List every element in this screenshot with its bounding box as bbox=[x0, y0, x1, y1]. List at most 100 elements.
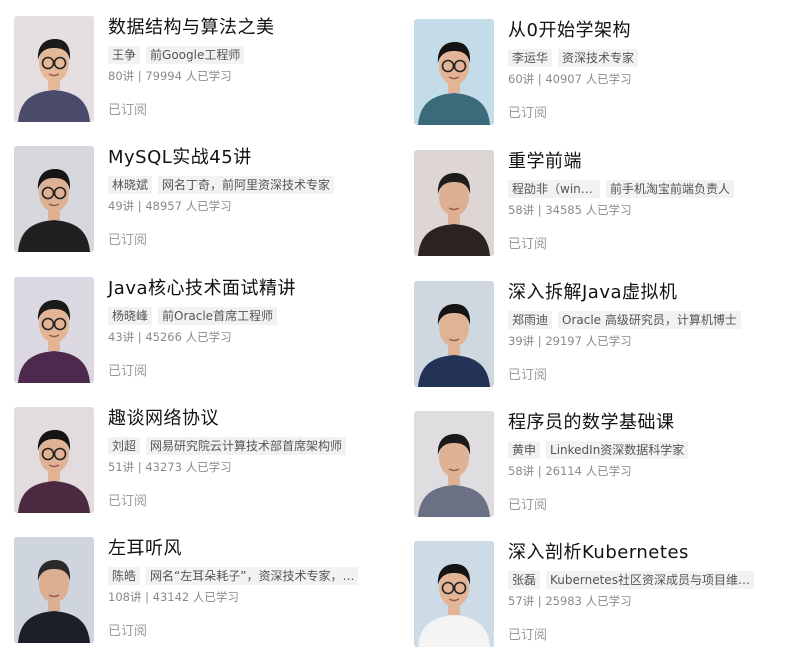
learner-count: 79994 人已学习 bbox=[145, 69, 232, 83]
author-avatar[interactable] bbox=[414, 541, 494, 647]
course-meta: 58讲 | 26114 人已学习 bbox=[508, 464, 632, 478]
author-name-tag: 郑雨迪 bbox=[508, 311, 553, 329]
learner-count: 40907 人已学习 bbox=[545, 72, 632, 86]
author-tags: 刘超 网易研究院云计算技术部首席架构师 bbox=[108, 437, 394, 455]
course-meta: 51讲 | 43273 人已学习 bbox=[108, 460, 232, 474]
course-info: 数据结构与算法之美 王争 前Google工程师 80讲 | 79994 人已学习 bbox=[108, 16, 394, 84]
course-title[interactable]: 深入剖析Kubernetes bbox=[508, 541, 794, 565]
course-info: 从0开始学架构 李运华 资深技术专家 60讲 | 40907 人已学习 bbox=[508, 19, 794, 87]
author-desc-tag: 前Google工程师 bbox=[146, 46, 245, 64]
subscription-status: 已订阅 bbox=[508, 106, 548, 121]
author-desc-tag: Oracle 高级研究员，计算机博士 bbox=[558, 311, 741, 329]
lesson-count: 49讲 bbox=[108, 199, 135, 213]
author-avatar[interactable] bbox=[414, 281, 494, 387]
course-card[interactable]: 重学前端 程劭非（winte… 前手机淘宝前端负责人 58讲 | 34585 人已… bbox=[414, 150, 794, 270]
course-card[interactable]: 从0开始学架构 李运华 资深技术专家 60讲 | 40907 人已学习 已订阅 bbox=[414, 19, 794, 139]
course-column-left: 数据结构与算法之美 王争 前Google工程师 80讲 | 79994 人已学习 … bbox=[14, 0, 394, 655]
course-card[interactable]: 深入剖析Kubernetes 张磊 Kubernetes社区资深成员与项目维… 5… bbox=[414, 541, 794, 661]
course-title[interactable]: 重学前端 bbox=[508, 150, 794, 174]
author-tags: 林晓斌 网名丁奇，前阿里资深技术专家 bbox=[108, 176, 394, 194]
author-tags: 李运华 资深技术专家 bbox=[508, 49, 794, 67]
author-tags: 王争 前Google工程师 bbox=[108, 46, 394, 64]
author-name-tag: 陈皓 bbox=[108, 567, 141, 585]
subscription-status: 已订阅 bbox=[508, 237, 548, 252]
course-info: 重学前端 程劭非（winte… 前手机淘宝前端负责人 58讲 | 34585 人已… bbox=[508, 150, 794, 218]
course-card[interactable]: 程序员的数学基础课 黄申 LinkedIn资深数据科学家 58讲 | 26114 … bbox=[414, 411, 794, 531]
author-avatar[interactable] bbox=[414, 19, 494, 125]
course-meta: 57讲 | 25983 人已学习 bbox=[508, 594, 632, 608]
author-desc-tag: LinkedIn资深数据科学家 bbox=[546, 441, 689, 459]
author-desc-tag: 网名丁奇，前阿里资深技术专家 bbox=[158, 176, 335, 194]
lesson-count: 43讲 bbox=[108, 330, 135, 344]
course-title[interactable]: 程序员的数学基础课 bbox=[508, 411, 794, 435]
lesson-count: 108讲 bbox=[108, 590, 142, 604]
subscription-status: 已订阅 bbox=[108, 494, 148, 509]
author-avatar[interactable] bbox=[14, 407, 94, 513]
course-title[interactable]: MySQL实战45讲 bbox=[108, 146, 394, 170]
lesson-count: 57讲 bbox=[508, 594, 535, 608]
course-info: 深入拆解Java虚拟机 郑雨迪 Oracle 高级研究员，计算机博士 39讲 | … bbox=[508, 281, 794, 349]
subscription-status: 已订阅 bbox=[508, 498, 548, 513]
author-avatar[interactable] bbox=[14, 537, 94, 643]
course-title[interactable]: 左耳听风 bbox=[108, 537, 394, 561]
subscription-status: 已订阅 bbox=[108, 233, 148, 248]
author-avatar[interactable] bbox=[414, 150, 494, 256]
course-info: Java核心技术面试精讲 杨晓峰 前Oracle首席工程师 43讲 | 45266… bbox=[108, 277, 394, 345]
course-title[interactable]: 从0开始学架构 bbox=[508, 19, 794, 43]
course-meta: 43讲 | 45266 人已学习 bbox=[108, 330, 232, 344]
learner-count: 25983 人已学习 bbox=[545, 594, 632, 608]
author-avatar[interactable] bbox=[14, 277, 94, 383]
lesson-count: 58讲 bbox=[508, 464, 535, 478]
author-desc-tag: 前手机淘宝前端负责人 bbox=[606, 180, 735, 198]
author-name-tag: 李运华 bbox=[508, 49, 553, 67]
course-meta: 49讲 | 48957 人已学习 bbox=[108, 199, 232, 213]
author-avatar[interactable] bbox=[14, 16, 94, 122]
author-tags: 黄申 LinkedIn资深数据科学家 bbox=[508, 441, 794, 459]
course-meta: 39讲 | 29197 人已学习 bbox=[508, 334, 632, 348]
learner-count: 43142 人已学习 bbox=[152, 590, 239, 604]
author-desc-tag: 网名“左耳朵耗子”，资深技术专家，… bbox=[146, 567, 359, 585]
author-name-tag: 杨晓峰 bbox=[108, 307, 153, 325]
course-card[interactable]: Java核心技术面试精讲 杨晓峰 前Oracle首席工程师 43讲 | 45266… bbox=[14, 277, 394, 397]
course-title[interactable]: 趣谈网络协议 bbox=[108, 407, 394, 431]
author-tags: 张磊 Kubernetes社区资深成员与项目维… bbox=[508, 571, 794, 589]
author-name-tag: 黄申 bbox=[508, 441, 541, 459]
author-tags: 杨晓峰 前Oracle首席工程师 bbox=[108, 307, 394, 325]
course-title[interactable]: 深入拆解Java虚拟机 bbox=[508, 281, 794, 305]
lesson-count: 58讲 bbox=[508, 203, 535, 217]
author-tags: 陈皓 网名“左耳朵耗子”，资深技术专家，… bbox=[108, 567, 394, 585]
course-card[interactable]: 趣谈网络协议 刘超 网易研究院云计算技术部首席架构师 51讲 | 43273 人已… bbox=[14, 407, 394, 527]
author-avatar[interactable] bbox=[14, 146, 94, 252]
lesson-count: 60讲 bbox=[508, 72, 535, 86]
author-desc-tag: Kubernetes社区资深成员与项目维… bbox=[546, 571, 754, 589]
author-tags: 郑雨迪 Oracle 高级研究员，计算机博士 bbox=[508, 311, 794, 329]
course-card[interactable]: MySQL实战45讲 林晓斌 网名丁奇，前阿里资深技术专家 49讲 | 48957… bbox=[14, 146, 394, 266]
course-title[interactable]: Java核心技术面试精讲 bbox=[108, 277, 394, 301]
learner-count: 45266 人已学习 bbox=[145, 330, 232, 344]
course-info: 趣谈网络协议 刘超 网易研究院云计算技术部首席架构师 51讲 | 43273 人已… bbox=[108, 407, 394, 475]
subscription-status: 已订阅 bbox=[508, 368, 548, 383]
author-name-tag: 王争 bbox=[108, 46, 141, 64]
course-info: 左耳听风 陈皓 网名“左耳朵耗子”，资深技术专家，… 108讲 | 43142 人… bbox=[108, 537, 394, 605]
subscription-status: 已订阅 bbox=[108, 103, 148, 118]
lesson-count: 51讲 bbox=[108, 460, 135, 474]
learner-count: 48957 人已学习 bbox=[145, 199, 232, 213]
lesson-count: 39讲 bbox=[508, 334, 535, 348]
learner-count: 26114 人已学习 bbox=[545, 464, 632, 478]
course-title[interactable]: 数据结构与算法之美 bbox=[108, 16, 394, 40]
course-info: 深入剖析Kubernetes 张磊 Kubernetes社区资深成员与项目维… 5… bbox=[508, 541, 794, 609]
course-info: 程序员的数学基础课 黄申 LinkedIn资深数据科学家 58讲 | 26114 … bbox=[508, 411, 794, 479]
course-meta: 58讲 | 34585 人已学习 bbox=[508, 203, 632, 217]
author-name-tag: 程劭非（winte… bbox=[508, 180, 600, 198]
author-avatar[interactable] bbox=[414, 411, 494, 517]
author-name-tag: 张磊 bbox=[508, 571, 541, 589]
course-card[interactable]: 数据结构与算法之美 王争 前Google工程师 80讲 | 79994 人已学习 … bbox=[14, 16, 394, 136]
course-meta: 60讲 | 40907 人已学习 bbox=[508, 72, 632, 86]
author-tags: 程劭非（winte… 前手机淘宝前端负责人 bbox=[508, 180, 794, 198]
course-meta: 80讲 | 79994 人已学习 bbox=[108, 69, 232, 83]
author-desc-tag: 网易研究院云计算技术部首席架构师 bbox=[146, 437, 347, 455]
course-card[interactable]: 左耳听风 陈皓 网名“左耳朵耗子”，资深技术专家，… 108讲 | 43142 人… bbox=[14, 537, 394, 657]
course-info: MySQL实战45讲 林晓斌 网名丁奇，前阿里资深技术专家 49讲 | 48957… bbox=[108, 146, 394, 214]
learner-count: 34585 人已学习 bbox=[545, 203, 632, 217]
course-card[interactable]: 深入拆解Java虚拟机 郑雨迪 Oracle 高级研究员，计算机博士 39讲 | … bbox=[414, 281, 794, 401]
